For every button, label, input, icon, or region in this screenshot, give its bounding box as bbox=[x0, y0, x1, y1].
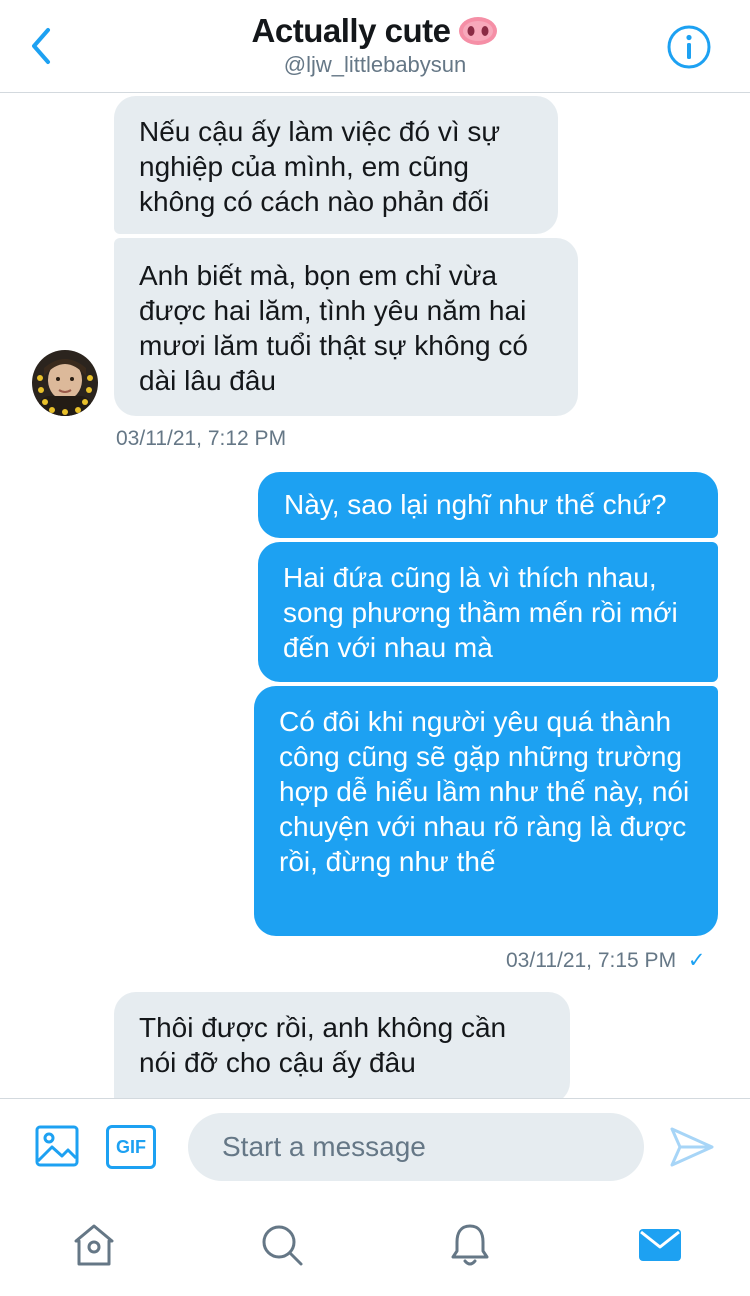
tab-search[interactable] bbox=[257, 1220, 307, 1270]
send-icon bbox=[670, 1127, 714, 1167]
mail-icon bbox=[639, 1229, 681, 1261]
home-icon bbox=[74, 1224, 114, 1266]
bell-icon bbox=[451, 1224, 489, 1266]
add-media-button[interactable] bbox=[34, 1123, 80, 1169]
message-bubble-incoming[interactable]: Nếu cậu ấy làm việc đó vì sự nghiệp của … bbox=[114, 96, 558, 234]
tab-home[interactable] bbox=[69, 1220, 119, 1270]
send-button[interactable] bbox=[668, 1125, 716, 1169]
message-bubble-incoming[interactable]: Anh biết mà, bọn em chỉ vừa được hai lăm… bbox=[114, 238, 578, 416]
read-check-icon: ✓ bbox=[687, 949, 706, 972]
message-text: Anh biết mà, bọn em chỉ vừa được hai lăm… bbox=[139, 260, 528, 396]
avatar[interactable] bbox=[32, 350, 98, 416]
image-icon bbox=[35, 1125, 79, 1167]
message-text: Nếu cậu ấy làm việc đó vì sự nghiệp của … bbox=[139, 116, 501, 217]
message-timestamp: 03/11/21, 7:15 PM ✓ bbox=[506, 949, 706, 972]
tab-messages[interactable] bbox=[635, 1220, 685, 1270]
contact-name: Actually cute bbox=[251, 12, 451, 49]
conversation-title-block[interactable]: Actually cute @ljw_littlebabysun bbox=[0, 12, 750, 78]
message-timestamp: 03/11/21, 7:12 PM bbox=[116, 427, 287, 450]
conversation-title: Actually cute bbox=[252, 12, 499, 50]
tab-notifications[interactable] bbox=[445, 1220, 495, 1270]
message-bubble-incoming[interactable]: Thôi được rồi, anh không cần nói đỡ cho … bbox=[114, 992, 570, 1098]
info-button[interactable] bbox=[666, 24, 712, 70]
message-text: Này, sao lại nghĩ như thế chứ? bbox=[284, 489, 667, 520]
conversation-header: Actually cute @ljw_littlebabysun bbox=[0, 0, 750, 93]
message-text: Hai đứa cũng là vì thích nhau, song phươ… bbox=[283, 562, 678, 663]
message-bubble-outgoing[interactable]: Có đôi khi người yêu quá thành công cũng… bbox=[254, 686, 718, 936]
search-icon bbox=[262, 1225, 303, 1266]
message-text: Có đôi khi người yêu quá thành công cũng… bbox=[279, 706, 690, 877]
message-thread[interactable]: Nếu cậu ấy làm việc đó vì sự nghiệp của … bbox=[0, 92, 750, 1098]
message-composer: GIF bbox=[0, 1098, 750, 1203]
bottom-tab-bar bbox=[0, 1202, 750, 1296]
message-bubble-outgoing[interactable]: Hai đứa cũng là vì thích nhau, song phươ… bbox=[258, 542, 718, 682]
message-bubble-outgoing[interactable]: Này, sao lại nghĩ như thế chứ? bbox=[258, 472, 718, 538]
gif-button[interactable]: GIF bbox=[106, 1125, 156, 1169]
contact-handle: @ljw_littlebabysun bbox=[283, 52, 467, 77]
message-text: Thôi được rồi, anh không cần nói đỡ cho … bbox=[139, 1012, 507, 1078]
info-icon bbox=[667, 25, 711, 69]
pig-nose-emoji bbox=[459, 17, 498, 45]
message-input[interactable] bbox=[188, 1113, 644, 1181]
